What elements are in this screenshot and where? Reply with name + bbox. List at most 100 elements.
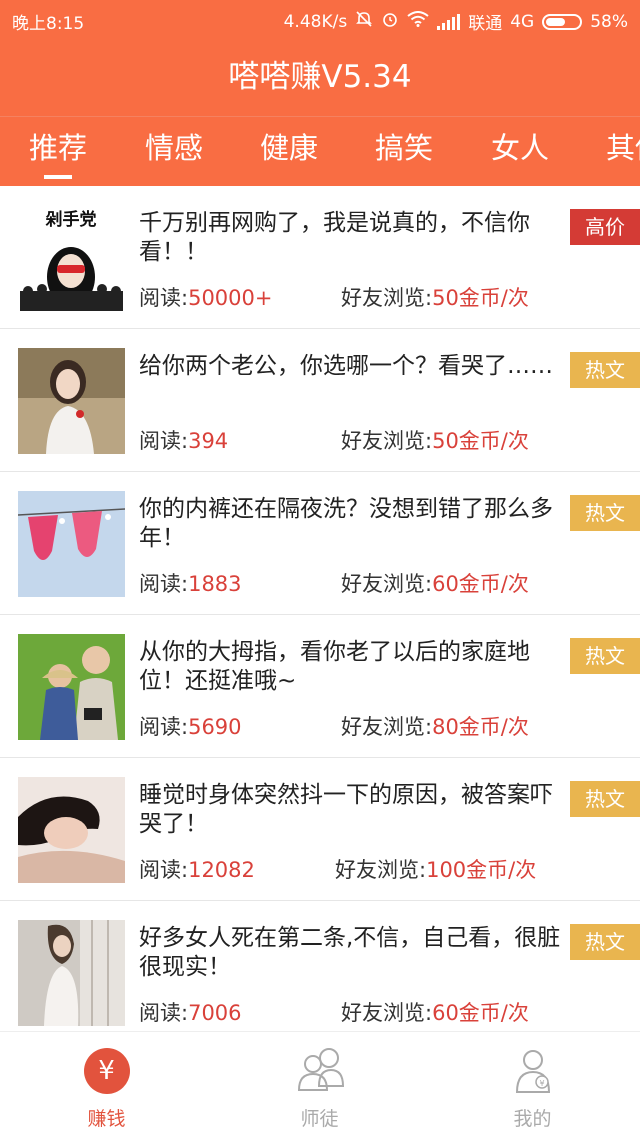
article-title: 睡觉时身体突然抖一下的原因，被答案吓哭了！ (139, 782, 553, 837)
battery-percent: 58% (590, 11, 628, 32)
reward-value: 60金币/次 (432, 1001, 529, 1025)
tab-label: 其他 (606, 131, 640, 165)
hot-article-badge: 热文 (570, 781, 640, 817)
alarm-icon (381, 10, 399, 33)
friend-reward: 好友浏览:50金币/次 (341, 425, 529, 455)
article-item[interactable]: 你的内裤还在隔夜洗？没想到错了那么多年！ 阅读:1883 好友浏览:60金币/次… (0, 472, 640, 615)
user-icon: ¥ (506, 1046, 560, 1096)
article-item[interactable]: 睡觉时身体突然抖一下的原因，被答案吓哭了！ 阅读:12082 好友浏览:100金… (0, 758, 640, 901)
read-label: 阅读: (139, 429, 189, 453)
svg-text:¥: ¥ (539, 1079, 544, 1088)
friend-label: 好友浏览: (341, 429, 433, 453)
friend-label: 好友浏览: (341, 572, 433, 596)
read-count: 阅读:1883 (139, 568, 242, 598)
reward-value: 100金币/次 (426, 858, 537, 882)
app-title-bar: 嗒嗒赚V5.34 (0, 38, 640, 116)
hot-article-badge: 热文 (570, 638, 640, 674)
article-thumbnail (18, 777, 125, 883)
friend-label: 好友浏览: (335, 858, 427, 882)
friend-reward: 好友浏览:80金币/次 (341, 711, 529, 741)
tab-label: 女人 (490, 131, 549, 165)
nav-label: 师徒 (300, 1108, 339, 1130)
tab-other[interactable]: 其他 (592, 117, 640, 186)
status-bar: 晚上8:15 4.48K/s 联通 4G 58% (0, 0, 640, 38)
status-time: 晚上8:15 (12, 14, 85, 34)
tab-label: 搞笑 (374, 131, 433, 165)
read-value: 1883 (188, 572, 242, 596)
nav-earn[interactable]: ¥ 赚钱 (0, 1032, 213, 1137)
category-tabs: 推荐 情感 健康 搞笑 女人 其他 (0, 116, 640, 186)
wifi-icon (407, 11, 429, 32)
article-item[interactable]: 剁手党 千万别再网购了，我是说真的，不信你看！！ 阅读:50000+ 好友浏览:… (0, 186, 640, 329)
tab-funny[interactable]: 搞笑 (360, 117, 448, 186)
reward-value: 50金币/次 (432, 429, 529, 453)
signal-icon (437, 13, 461, 30)
tab-emotion[interactable]: 情感 (130, 117, 218, 186)
article-meta: 阅读:5690 好友浏览:80金币/次 (139, 711, 569, 741)
carrier-name: 联通 (468, 14, 503, 34)
tab-health[interactable]: 健康 (245, 117, 333, 186)
nav-mine[interactable]: ¥ 我的 (426, 1032, 639, 1137)
article-thumbnail (18, 491, 125, 597)
article-item[interactable]: 好多女人死在第二条,不信，自己看，很脏很现实！ 阅读:7006 好友浏览:60金… (0, 901, 640, 1031)
app-title: 嗒嗒赚V5.34 (228, 59, 412, 95)
status-icons: 4.48K/s 联通 4G 58% (284, 9, 628, 34)
reward-value: 60金币/次 (432, 572, 529, 596)
read-value: 50000+ (188, 286, 273, 310)
thumb-caption: 剁手党 (45, 209, 97, 230)
article-item[interactable]: 从你的大拇指，看你老了以后的家庭地位！还挺准哦~ 阅读:5690 好友浏览:80… (0, 615, 640, 758)
people-icon (293, 1046, 347, 1096)
high-price-badge: 高价 (570, 209, 640, 245)
read-count: 阅读:12082 (139, 854, 255, 884)
network-type: 4G (510, 11, 535, 32)
reward-value: 50金币/次 (432, 286, 529, 310)
nav-label: 赚钱 (87, 1108, 126, 1130)
friend-label: 好友浏览: (341, 286, 433, 310)
article-meta: 阅读:7006 好友浏览:60金币/次 (139, 997, 569, 1027)
article-meta: 阅读:50000+ 好友浏览:50金币/次 (139, 282, 569, 312)
article-thumbnail (18, 634, 125, 740)
battery-icon (542, 13, 583, 30)
read-value: 5690 (188, 715, 242, 739)
article-thumbnail (18, 348, 125, 454)
network-speed: 4.48K/s (283, 11, 348, 32)
article-meta: 阅读:12082 好友浏览:100金币/次 (139, 854, 569, 884)
bottom-navigation: ¥ 赚钱 师徒 ¥ 我的 (0, 1031, 640, 1137)
read-count: 阅读:394 (139, 425, 228, 455)
nav-label: 我的 (513, 1108, 552, 1130)
nav-mentor[interactable]: 师徒 (213, 1032, 426, 1137)
reward-value: 80金币/次 (432, 715, 529, 739)
article-title: 你的内裤还在隔夜洗？没想到错了那么多年！ (139, 496, 553, 551)
tab-label: 推荐 (28, 131, 87, 165)
hot-article-badge: 热文 (570, 352, 640, 388)
hot-article-badge: 热文 (570, 924, 640, 960)
article-thumbnail (18, 920, 125, 1026)
tab-label: 健康 (259, 131, 318, 165)
read-label: 阅读: (139, 572, 189, 596)
article-meta: 阅读:1883 好友浏览:60金币/次 (139, 568, 569, 598)
article-item[interactable]: 给你两个老公，你选哪一个？看哭了…… 阅读:394 好友浏览:50金币/次 热文 (0, 329, 640, 472)
active-tab-indicator (44, 175, 72, 179)
read-value: 394 (188, 429, 229, 453)
yuan-icon: ¥ (80, 1046, 134, 1096)
article-title: 千万别再网购了，我是说真的，不信你看！！ (139, 210, 530, 265)
friend-reward: 好友浏览:50金币/次 (341, 282, 529, 312)
article-thumbnail: 剁手党 (18, 205, 125, 311)
read-count: 阅读:7006 (139, 997, 242, 1027)
read-label: 阅读: (139, 1001, 189, 1025)
article-list[interactable]: 剁手党 千万别再网购了，我是说真的，不信你看！！ 阅读:50000+ 好友浏览:… (0, 186, 640, 1031)
tab-women[interactable]: 女人 (476, 117, 564, 186)
article-title: 从你的大拇指，看你老了以后的家庭地位！还挺准哦~ (139, 639, 530, 694)
read-label: 阅读: (139, 858, 189, 882)
friend-label: 好友浏览: (341, 1001, 433, 1025)
hot-article-badge: 热文 (570, 495, 640, 531)
yuan-symbol: ¥ (83, 1048, 130, 1094)
article-title: 给你两个老公，你选哪一个？看哭了…… (139, 353, 553, 379)
read-value: 7006 (188, 1001, 242, 1025)
read-label: 阅读: (139, 286, 189, 310)
read-label: 阅读: (139, 715, 189, 739)
read-count: 阅读:50000+ (139, 282, 272, 312)
friend-reward: 好友浏览:100金币/次 (335, 854, 536, 884)
tab-label: 情感 (144, 131, 203, 165)
read-value: 12082 (188, 858, 255, 882)
